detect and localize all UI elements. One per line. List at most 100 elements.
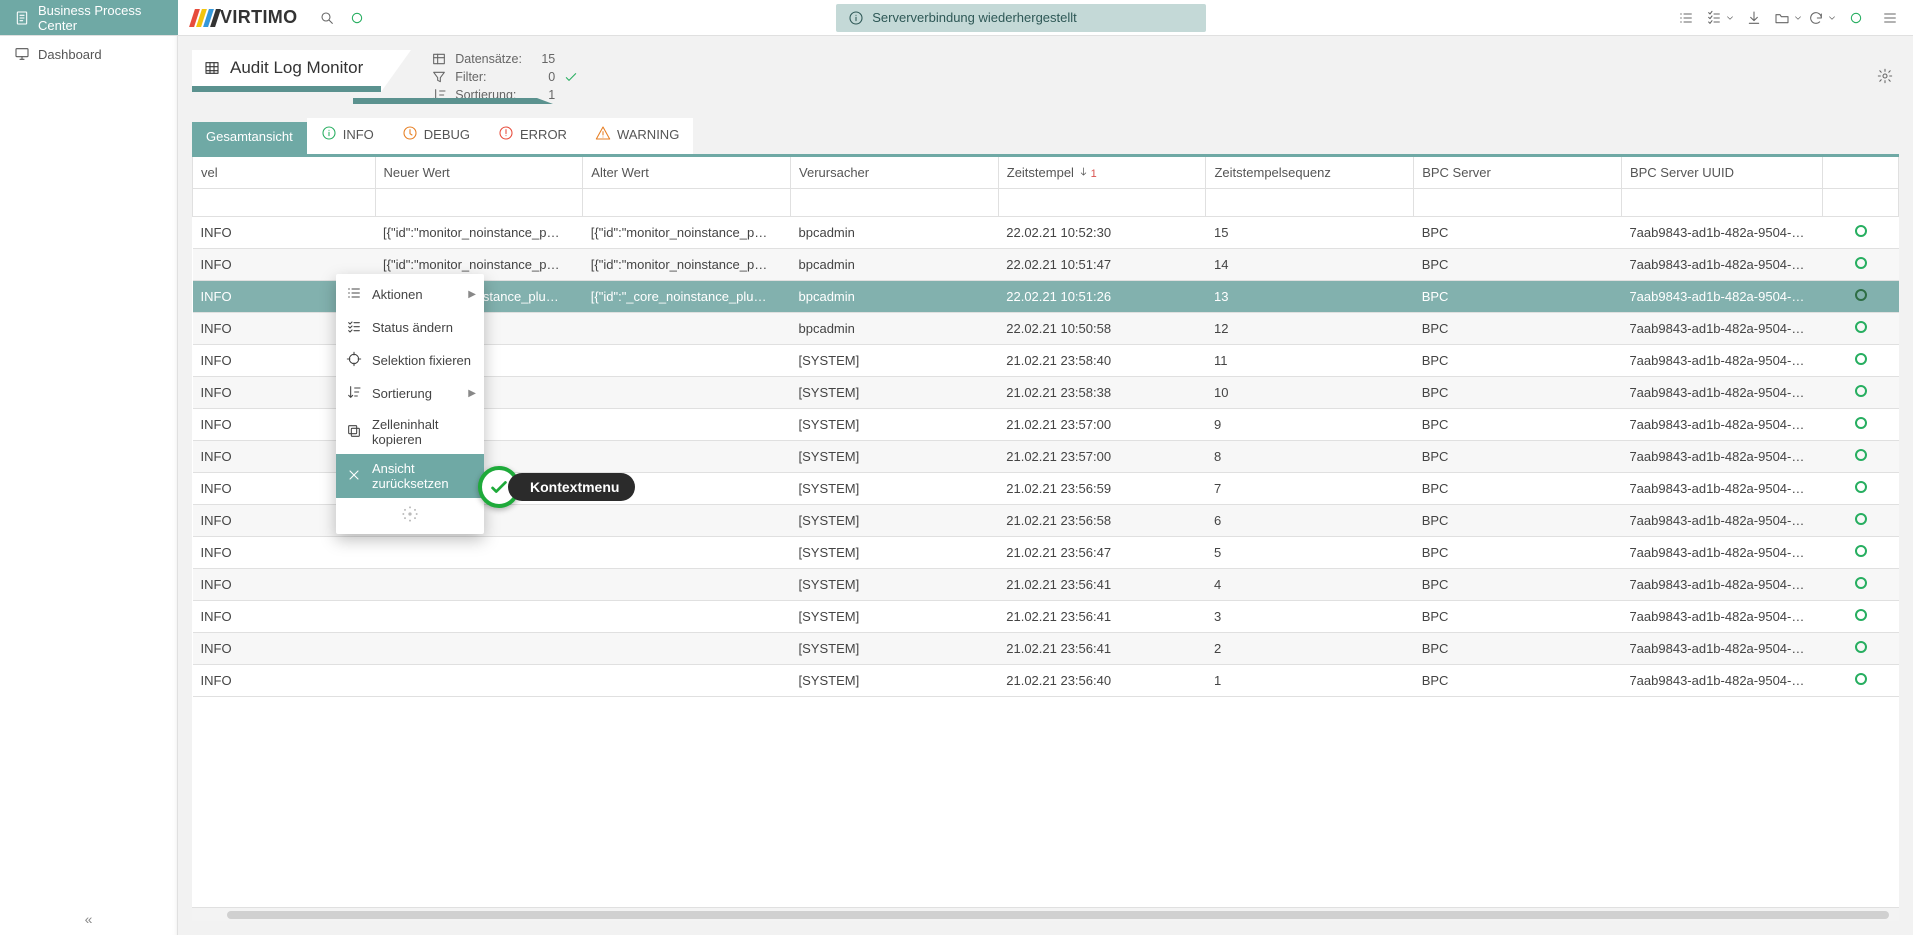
grid: velNeuer WertAlter WertVerursacherZeitst…	[192, 154, 1899, 921]
status-cell	[1823, 473, 1899, 505]
table-row[interactable]: INFO[SYSTEM]21.02.21 23:56:401BPC7aab984…	[193, 665, 1899, 697]
scrollbar-thumb[interactable]	[227, 911, 1889, 919]
table-row[interactable]: INFO[SYSTEM]21.02.21 23:56:413BPC7aab984…	[193, 601, 1899, 633]
refresh-icon	[1808, 10, 1824, 26]
status-dot-icon	[1855, 321, 1867, 333]
cell: BPC	[1414, 281, 1622, 313]
status-dot-icon	[1855, 225, 1867, 237]
cell: 10	[1206, 377, 1414, 409]
error-icon	[498, 125, 514, 144]
menu-button[interactable]	[1875, 0, 1905, 35]
column-filter-cell[interactable]	[1206, 189, 1414, 217]
column-header[interactable]: Verursacher	[791, 157, 999, 189]
column-header[interactable]: Neuer Wert	[375, 157, 583, 189]
cell	[583, 345, 791, 377]
settings-button[interactable]	[1871, 62, 1899, 93]
records-icon	[431, 51, 447, 67]
cell: [SYSTEM]	[791, 473, 999, 505]
table-row[interactable]: INFO[{"id":"monitor_noinstance_p…[{"id":…	[193, 217, 1899, 249]
column-filter-cell[interactable]	[583, 189, 791, 217]
cell: 11	[1206, 345, 1414, 377]
action-list-button[interactable]	[1671, 0, 1701, 35]
checklist-icon	[346, 318, 362, 337]
brand-text: VIRTIMO	[220, 7, 298, 28]
column-header[interactable]: BPC Server UUID	[1621, 157, 1822, 189]
cell: 1	[1206, 665, 1414, 697]
context-menu-item[interactable]: Ansicht zurücksetzen	[336, 454, 484, 498]
alert-banner[interactable]: Serververbindung wiederhergestellt	[836, 4, 1206, 32]
tab-warning[interactable]: WARNING	[581, 118, 693, 154]
column-filter-cell[interactable]	[375, 189, 583, 217]
tab-error[interactable]: ERROR	[484, 118, 581, 154]
download-button[interactable]	[1739, 0, 1769, 35]
cell: bpcadmin	[791, 217, 999, 249]
column-label: BPC Server	[1422, 165, 1491, 180]
callout-label: Kontextmenu	[508, 473, 635, 501]
tab-gesamtansicht[interactable]: Gesamtansicht	[192, 122, 307, 154]
records-value: 15	[539, 50, 555, 68]
cell: 7aab9843-ad1b-482a-9504-…	[1621, 633, 1822, 665]
cell: bpcadmin	[791, 313, 999, 345]
cell: INFO	[193, 537, 376, 569]
collapse-glyph: «	[85, 911, 93, 927]
cell: [SYSTEM]	[791, 345, 999, 377]
cell: BPC	[1414, 313, 1622, 345]
table-row[interactable]: INFO[SYSTEM]21.02.21 23:56:412BPC7aab984…	[193, 633, 1899, 665]
status-cell	[1823, 281, 1899, 313]
checklist-button[interactable]	[1705, 0, 1735, 35]
column-filter-cell[interactable]	[998, 189, 1206, 217]
sort-icon	[346, 384, 362, 403]
tab-debug[interactable]: DEBUG	[388, 118, 484, 154]
refresh-button[interactable]	[1807, 0, 1837, 35]
cell: 7aab9843-ad1b-482a-9504-…	[1621, 281, 1822, 313]
context-menu-item-label: Selektion fixieren	[372, 353, 471, 368]
column-filter-cell[interactable]	[193, 189, 376, 217]
column-filter-cell[interactable]	[1414, 189, 1622, 217]
cell: 7aab9843-ad1b-482a-9504-…	[1621, 377, 1822, 409]
cell	[375, 601, 583, 633]
title-underline	[353, 98, 553, 104]
cell: 15	[1206, 217, 1414, 249]
sidebar-item-label: Dashboard	[38, 47, 102, 62]
cell: [SYSTEM]	[791, 409, 999, 441]
column-header[interactable]: BPC Server	[1414, 157, 1622, 189]
column-filter-cell[interactable]	[1823, 189, 1899, 217]
column-header[interactable]: Alter Wert	[583, 157, 791, 189]
context-menu-item[interactable]: Status ändern	[336, 311, 484, 344]
column-header[interactable]: vel	[193, 157, 376, 189]
doc-icon	[14, 10, 30, 26]
column-header[interactable]	[1823, 157, 1899, 189]
app-badge-label: Business Process Center	[38, 3, 164, 33]
context-menu-item[interactable]: Selektion fixieren	[336, 344, 484, 377]
cell: 22.02.21 10:51:47	[998, 249, 1206, 281]
cell	[583, 665, 791, 697]
connection-status-button[interactable]	[342, 0, 372, 35]
status-dot-icon	[1855, 449, 1867, 461]
column-header[interactable]: Zeitstempel 1	[998, 157, 1206, 189]
status-cell	[1823, 441, 1899, 473]
search-button[interactable]	[312, 0, 342, 35]
column-filter-cell[interactable]	[1621, 189, 1822, 217]
status-indicator[interactable]	[1841, 0, 1871, 35]
cell: 21.02.21 23:57:00	[998, 409, 1206, 441]
column-header[interactable]: Zeitstempelsequenz	[1206, 157, 1414, 189]
tab-info[interactable]: INFO	[307, 118, 388, 154]
sidebar-item-dashboard[interactable]: Dashboard	[0, 36, 177, 72]
cell: 8	[1206, 441, 1414, 473]
context-menu-item[interactable]: Zelleninhalt kopieren	[336, 410, 484, 454]
status-dot-icon	[1855, 353, 1867, 365]
context-menu-item[interactable]: Sortierung▶	[336, 377, 484, 410]
context-menu-item[interactable]: Aktionen▶	[336, 278, 484, 311]
cell: [SYSTEM]	[791, 665, 999, 697]
cell	[583, 537, 791, 569]
status-cell	[1823, 377, 1899, 409]
folder-button[interactable]	[1773, 0, 1803, 35]
filter-icon	[431, 69, 447, 85]
table-row[interactable]: INFO[SYSTEM]21.02.21 23:56:414BPC7aab984…	[193, 569, 1899, 601]
app-badge[interactable]: Business Process Center	[0, 0, 178, 35]
cell: [{"id":"_core_noinstance_plu…	[583, 281, 791, 313]
horizontal-scrollbar[interactable]	[192, 907, 1899, 921]
sidebar-collapse-handle[interactable]: «	[0, 903, 177, 935]
table-row[interactable]: INFO[SYSTEM]21.02.21 23:56:475BPC7aab984…	[193, 537, 1899, 569]
column-filter-cell[interactable]	[791, 189, 999, 217]
